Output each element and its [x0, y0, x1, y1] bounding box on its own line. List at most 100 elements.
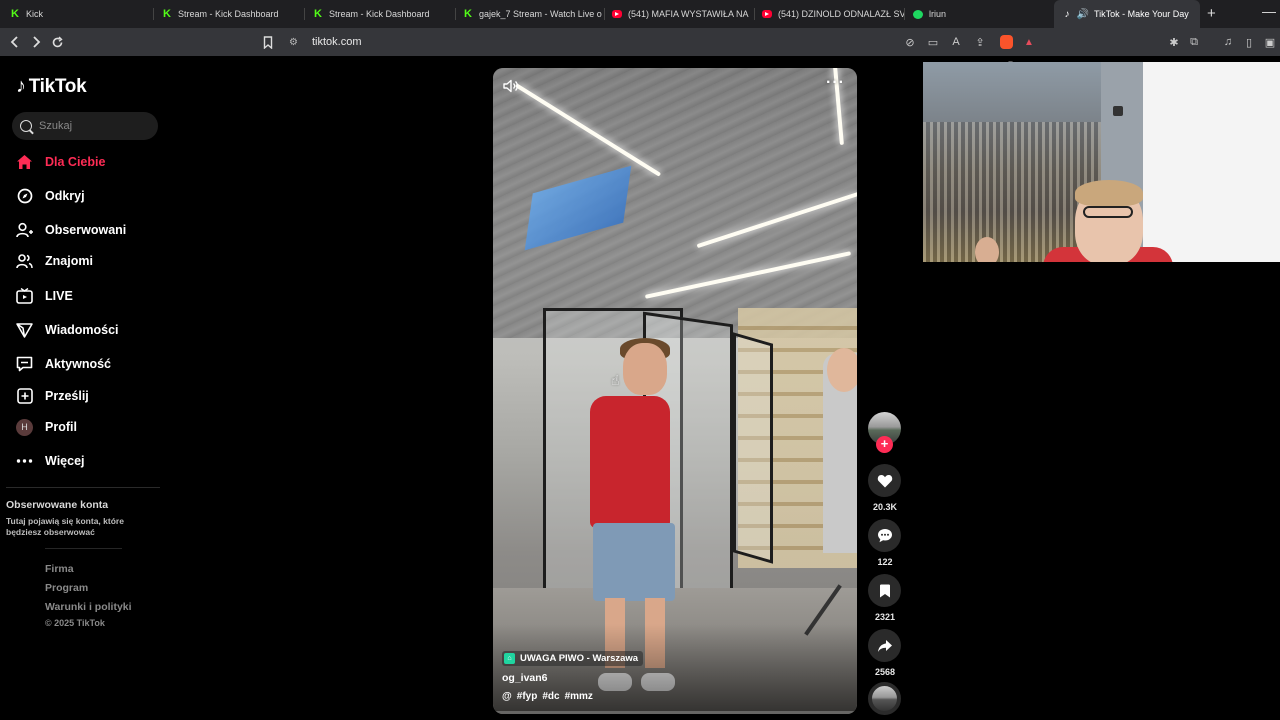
hashtag[interactable]: #fyp: [517, 691, 538, 702]
like-count: 20.3K: [872, 502, 898, 512]
upload-icon: [16, 388, 33, 405]
sidebar-divider: [45, 548, 122, 549]
bookmark-button[interactable]: [258, 32, 278, 52]
share-button[interactable]: [868, 629, 901, 662]
video-author[interactable]: og_ivan6: [502, 672, 548, 684]
kick-icon: K: [11, 8, 19, 20]
browser-tab[interactable]: (541) DZINOLD ODNALAZŁ SV: [754, 0, 904, 28]
kick-icon: K: [163, 8, 171, 20]
browser-tab[interactable]: K gajek_7 Stream - Watch Live o: [455, 0, 605, 28]
footer-link-terms[interactable]: Warunki i polityki: [45, 601, 132, 613]
send-icon: [16, 322, 33, 339]
search-icon: [20, 120, 32, 132]
footer-link-firma[interactable]: Firma: [45, 563, 74, 575]
sidebar-item-label: Profil: [45, 420, 77, 434]
tracking-off-icon[interactable]: ⊘: [902, 34, 918, 50]
sidebar-item-obserwowani[interactable]: Obserwowani: [16, 217, 126, 243]
webcam-person-glasses: [1083, 206, 1133, 218]
video-frame-person: [623, 343, 667, 395]
tiktok-icon: ♪: [1064, 8, 1070, 20]
sidebar-item-label: Odkryj: [45, 189, 85, 203]
followed-accounts-title: Obserwowane konta: [6, 499, 109, 511]
video-description: @ #fyp #dc #mmz: [502, 691, 593, 702]
user-follow-icon: [16, 222, 33, 239]
live-tv-icon: [16, 288, 33, 305]
hashtag[interactable]: #dc: [542, 691, 559, 702]
minimize-window-button[interactable]: —: [1262, 3, 1276, 19]
sidebar-item-wiadomosci[interactable]: Wiadomości: [16, 317, 119, 343]
mouse-cursor-icon: ☝: [611, 372, 620, 388]
video-frame-shower-cabin: [733, 332, 773, 564]
comment-button[interactable]: [868, 519, 901, 552]
youtube-icon: [762, 10, 772, 18]
browser-tab[interactable]: (541) MAFIA WYSTAWIŁA NA: [604, 0, 754, 28]
sidebar-item-wiecej[interactable]: Więcej: [16, 448, 85, 474]
tab-title: gajek_7 Stream - Watch Live o: [479, 9, 602, 19]
close-tab-icon[interactable]: ✕: [1199, 8, 1200, 21]
video-progress-bar[interactable]: [493, 711, 857, 714]
share-icon[interactable]: ⇪: [972, 34, 988, 50]
forward-button[interactable]: [26, 32, 46, 52]
tab-title: (541) DZINOLD ODNALAZŁ SV: [778, 9, 904, 19]
tiktok-logo[interactable]: ♪ TikTok: [16, 75, 87, 98]
sidebar-item-aktywnosc[interactable]: Aktywność: [16, 351, 111, 377]
sidebar-item-label: Znajomi: [45, 254, 93, 268]
sidebar-item-profil[interactable]: H Profil: [16, 414, 77, 440]
brave-shields-icon[interactable]: [1000, 35, 1013, 49]
kick-icon: K: [314, 8, 322, 20]
browser-tab[interactable]: K Stream - Kick Dashboard: [154, 0, 304, 28]
share-count: 2568: [874, 667, 896, 677]
browser-tab[interactable]: K Kick: [2, 0, 152, 28]
music-disc[interactable]: [868, 682, 901, 715]
new-tab-button[interactable]: +: [1207, 5, 1216, 22]
tab-title: Kick: [26, 9, 44, 19]
video-player[interactable]: ··· ⌂ UWAGA PIWO - Warszawa og_ivan6 @ #…: [493, 68, 857, 714]
follow-plus-button[interactable]: +: [876, 436, 893, 453]
search-input[interactable]: [39, 120, 139, 132]
logo-text: TikTok: [28, 75, 87, 97]
wallet-icon[interactable]: ▣: [1262, 34, 1278, 50]
speaker-icon: 🔊: [1076, 8, 1090, 20]
youtube-icon: [612, 10, 622, 18]
friends-icon: [16, 253, 33, 270]
sidebar-item-odkryj[interactable]: Odkryj: [16, 183, 85, 209]
footer-link-program[interactable]: Program: [45, 582, 88, 594]
browser-tab-active[interactable]: ♪ 🔊 TikTok - Make Your Day ✕: [1054, 0, 1200, 28]
translate-icon[interactable]: A: [948, 34, 964, 50]
webcam-device: [1113, 106, 1123, 116]
site-settings-icon[interactable]: ⚙: [289, 37, 298, 48]
video-frame-person: [593, 523, 675, 601]
hashtag[interactable]: #mmz: [565, 691, 593, 702]
mention-prefix: @: [502, 691, 512, 702]
cast-icon[interactable]: ▭: [925, 34, 941, 50]
more-options-icon[interactable]: ···: [826, 74, 845, 92]
more-dots-icon: [16, 453, 33, 470]
media-controls-icon[interactable]: ♫: [1220, 34, 1236, 50]
followed-accounts-description: Tutaj pojawią się konta, które będziesz …: [6, 516, 124, 537]
sidebar-item-live[interactable]: LIVE: [16, 283, 73, 309]
browser-toolbar: ⚙ tiktok.com ⊘ ▭ A ⇪ 6 ▲ ✱ ⧉ ♫ ▯ ▣: [0, 28, 1280, 68]
browser-tab[interactable]: lriun: [905, 0, 1053, 28]
location-text: UWAGA PIWO - Warszawa: [520, 653, 639, 664]
reload-button[interactable]: [47, 32, 67, 52]
browser-tab[interactable]: K Stream - Kick Dashboard: [305, 0, 455, 28]
sidebar-item-przeslij[interactable]: Prześlij: [16, 383, 89, 409]
sidebar-item-label: Aktywność: [45, 357, 111, 371]
sidebar-toggle-icon[interactable]: ▯: [1241, 34, 1257, 50]
location-tag[interactable]: ⌂ UWAGA PIWO - Warszawa: [502, 651, 644, 666]
brave-rewards-icon[interactable]: ▲: [1021, 34, 1037, 50]
tab-title: lriun: [929, 9, 947, 19]
location-pin-icon: ⌂: [504, 653, 515, 664]
video-frame-person: [827, 348, 857, 392]
save-button[interactable]: [868, 574, 901, 607]
extensions-icon[interactable]: ✱: [1166, 34, 1182, 50]
sidebar-item-znajomi[interactable]: Znajomi: [16, 248, 93, 274]
back-button[interactable]: [5, 32, 25, 52]
search-box[interactable]: [12, 112, 158, 140]
sidebar-divider: [6, 487, 160, 488]
sidebar-item-dla-ciebie[interactable]: Dla Ciebie: [16, 149, 105, 175]
like-button[interactable]: [868, 464, 901, 497]
webcam-person: [1075, 180, 1143, 206]
volume-button[interactable]: [502, 78, 520, 94]
tab-search-icon[interactable]: ⧉: [1186, 34, 1202, 50]
